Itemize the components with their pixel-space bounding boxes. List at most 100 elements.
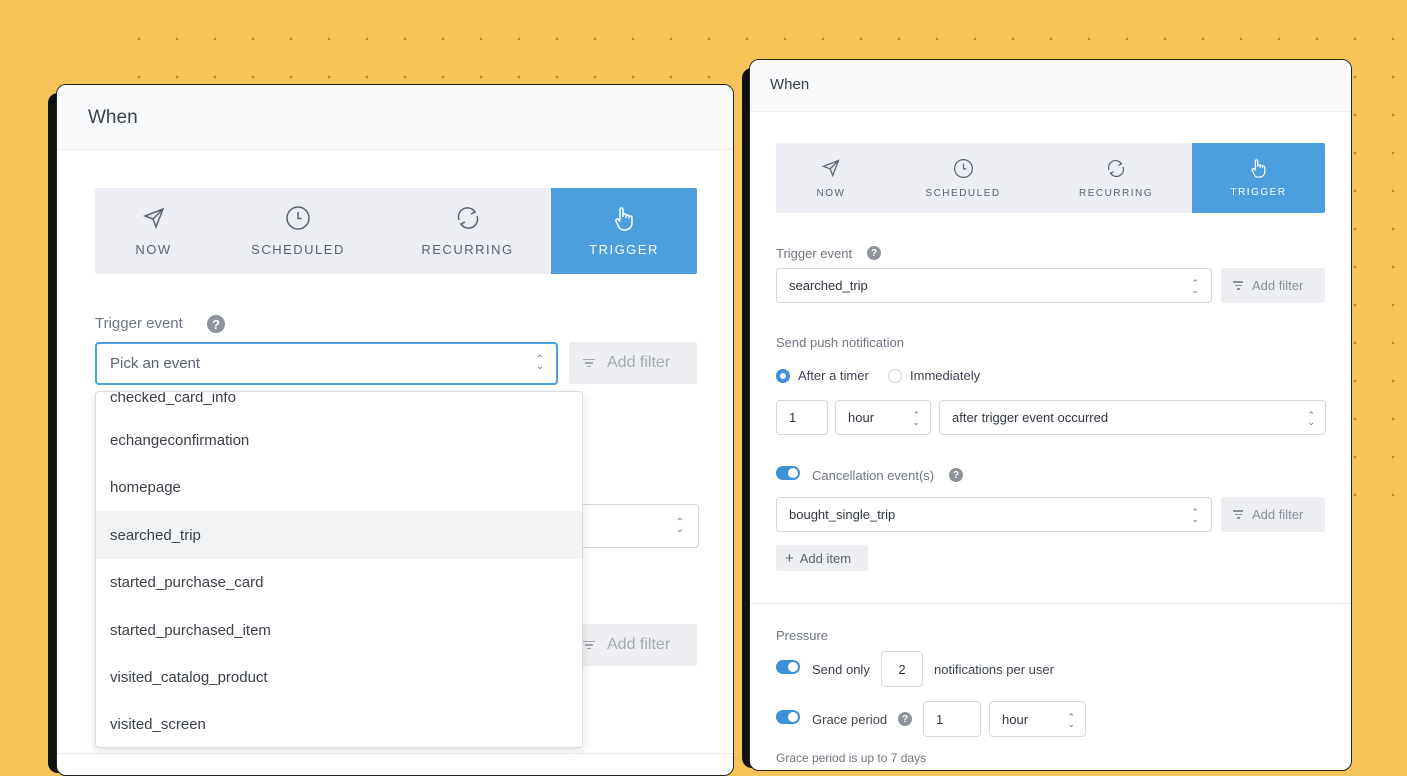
trigger-event-select[interactable]: searched_trip ⌃ ⌄ xyxy=(776,268,1212,303)
list-item[interactable]: homepage xyxy=(96,464,582,511)
add-filter-label: Add filter xyxy=(1252,507,1304,522)
grace-unit-value: hour xyxy=(1002,711,1029,727)
event-dropdown-list: checked_card_info echangeconfirmation ho… xyxy=(95,391,583,748)
help-icon[interactable]: ? xyxy=(867,246,881,260)
cancellation-event-value: bought_single_trip xyxy=(789,507,896,522)
list-item[interactable]: visited_screen xyxy=(96,701,582,747)
grace-period-label: Grace period xyxy=(812,712,888,727)
left-when-panel: When NOW SCHEDULED RECURRING TRIGGER Tri… xyxy=(56,84,734,776)
tab-label: TRIGGER xyxy=(1230,187,1287,198)
send-icon xyxy=(821,158,841,178)
panel-title: When xyxy=(88,107,138,128)
add-item-button[interactable]: + Add item xyxy=(776,545,868,571)
tab-now[interactable]: NOW xyxy=(95,188,212,274)
send-only-toggle[interactable] xyxy=(776,660,800,674)
help-icon[interactable]: ? xyxy=(898,712,912,726)
list-item[interactable]: echangeconfirmation xyxy=(96,417,582,464)
grace-period-note: Grace period is up to 7 days xyxy=(776,751,927,765)
add-filter-button[interactable]: Add filter xyxy=(1221,497,1325,532)
tab-recurring[interactable]: RECURRING xyxy=(384,188,551,274)
timer-reference-select[interactable]: after trigger event occurred ⌃ ⌄ xyxy=(939,400,1326,435)
add-filter-label: Add filter xyxy=(607,636,671,653)
tab-label: RECURRING xyxy=(1078,187,1154,199)
event-select[interactable]: Pick an event ⌃ ⌄ xyxy=(95,342,558,385)
trigger-event-label: Trigger event xyxy=(776,246,853,261)
pressure-label: Pressure xyxy=(776,628,829,643)
timer-value-input[interactable]: 1 xyxy=(776,400,828,435)
pointer-hand-icon xyxy=(612,206,636,232)
notifications-per-user-label: notifications per user xyxy=(934,662,1054,677)
tab-now[interactable]: NOW xyxy=(776,143,886,213)
radio-immediately[interactable] xyxy=(888,369,902,383)
divider xyxy=(57,753,733,754)
clock-icon xyxy=(285,205,311,231)
send-push-label: Send push notification xyxy=(776,335,904,350)
tab-scheduled[interactable]: SCHEDULED xyxy=(212,188,384,274)
when-type-tabs: NOW SCHEDULED RECURRING TRIGGER xyxy=(95,188,697,274)
trigger-event-label: Trigger event xyxy=(95,315,183,332)
chevron-updown-icon: ⌃ ⌄ xyxy=(675,517,684,535)
chevron-updown-icon: ⌃ ⌄ xyxy=(535,354,544,372)
radio-after-timer-label: After a timer xyxy=(798,368,869,383)
add-filter-label: Add filter xyxy=(1252,278,1304,293)
cancellation-event-select[interactable]: bought_single_trip ⌃ ⌄ xyxy=(776,497,1212,532)
radio-after-timer[interactable] xyxy=(776,369,790,383)
add-filter-button[interactable]: Add filter xyxy=(569,342,697,384)
tab-scheduled[interactable]: SCHEDULED xyxy=(886,143,1040,213)
cancellation-label: Cancellation event(s) xyxy=(812,468,935,483)
tab-label: TRIGGER xyxy=(589,241,659,257)
tab-recurring[interactable]: RECURRING xyxy=(1040,143,1192,213)
send-only-label: Send only xyxy=(812,662,870,677)
list-item[interactable]: started_purchased_item xyxy=(96,606,582,654)
pointer-hand-icon xyxy=(1249,158,1268,179)
tab-label: SCHEDULED xyxy=(251,242,345,257)
filter-icon xyxy=(1233,508,1243,520)
list-item[interactable]: visited_catalog_product xyxy=(96,654,582,701)
left-panel-header: When xyxy=(57,85,733,150)
add-filter-label: Add filter xyxy=(607,354,671,371)
chevron-updown-icon: ⌃ ⌄ xyxy=(1307,410,1315,427)
list-item-highlighted[interactable]: searched_trip xyxy=(96,511,582,559)
tab-trigger[interactable]: TRIGGER xyxy=(551,188,697,274)
list-item[interactable]: started_purchase_card xyxy=(96,559,582,606)
help-icon[interactable]: ? xyxy=(949,468,963,482)
timer-reference-value: after trigger event occurred xyxy=(952,410,1109,425)
grace-period-toggle[interactable] xyxy=(776,710,800,724)
grace-value-input[interactable]: 1 xyxy=(923,701,981,737)
tab-label: RECURRING xyxy=(421,242,514,257)
add-filter-button-2[interactable]: Add filter xyxy=(569,624,697,666)
filter-icon xyxy=(583,357,595,369)
help-icon[interactable]: ? xyxy=(207,315,225,333)
add-item-label: Add item xyxy=(799,550,852,566)
send-icon xyxy=(142,206,166,230)
tab-label: NOW xyxy=(816,187,846,199)
grace-unit-select[interactable]: hour ⌃ ⌄ xyxy=(989,701,1086,737)
timer-unit-value: hour xyxy=(848,410,875,425)
timer-unit-select[interactable]: hour ⌃ ⌄ xyxy=(835,400,931,435)
radio-immediately-label: Immediately xyxy=(910,368,981,383)
chevron-updown-icon: ⌃ ⌄ xyxy=(1067,712,1075,729)
clock-icon xyxy=(953,158,974,179)
chevron-updown-icon: ⌃ ⌄ xyxy=(1191,507,1199,524)
filter-icon xyxy=(583,639,595,651)
when-type-tabs: NOW SCHEDULED RECURRING TRIGGER xyxy=(776,143,1325,213)
trigger-event-value: searched_trip xyxy=(789,278,868,293)
add-filter-button[interactable]: Add filter xyxy=(1221,268,1325,303)
right-panel-header: When xyxy=(750,60,1351,112)
plus-icon: + xyxy=(785,549,794,567)
refresh-icon xyxy=(1105,158,1127,179)
tab-label: SCHEDULED xyxy=(925,187,1001,199)
tab-label: NOW xyxy=(135,241,172,257)
refresh-icon xyxy=(454,205,482,231)
chevron-updown-icon: ⌃ ⌄ xyxy=(912,410,920,427)
panel-title: When xyxy=(770,76,810,93)
filter-icon xyxy=(1233,279,1243,291)
event-select-placeholder: Pick an event xyxy=(110,355,201,372)
section-divider xyxy=(750,603,1351,604)
tab-trigger[interactable]: TRIGGER xyxy=(1192,143,1325,213)
list-item[interactable]: checked_card_info xyxy=(96,392,582,412)
chevron-updown-icon: ⌃ ⌄ xyxy=(1191,278,1199,295)
send-only-input[interactable]: 2 xyxy=(881,651,923,687)
right-when-panel: When NOW SCHEDULED RECURRING TRIGGER Tri… xyxy=(749,59,1352,771)
cancellation-toggle[interactable] xyxy=(776,466,800,480)
